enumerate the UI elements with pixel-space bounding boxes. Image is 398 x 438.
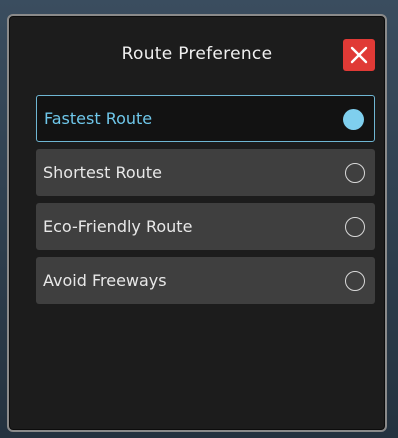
option-label: Avoid Freeways [43,271,167,290]
option-fastest-route[interactable]: Fastest Route [36,95,375,142]
route-preference-dialog: Route Preference Fastest Route Shortest … [7,14,387,432]
radio-unselected-icon[interactable] [345,162,365,183]
radio-unselected-icon[interactable] [345,216,365,237]
option-shortest-route[interactable]: Shortest Route [36,149,375,196]
radio-selected-icon[interactable] [343,108,364,130]
close-icon [350,46,368,64]
route-options-list: Fastest Route Shortest Route Eco-Friendl… [36,95,375,311]
radio-unselected-icon[interactable] [345,270,365,291]
dialog-header: Route Preference [9,16,385,92]
option-label: Eco-Friendly Route [43,217,193,236]
option-eco-friendly-route[interactable]: Eco-Friendly Route [36,203,375,250]
close-button[interactable] [343,39,375,71]
option-avoid-freeways[interactable]: Avoid Freeways [36,257,375,304]
option-label: Shortest Route [43,163,162,182]
option-label: Fastest Route [44,109,153,128]
dialog-title: Route Preference [121,44,273,64]
